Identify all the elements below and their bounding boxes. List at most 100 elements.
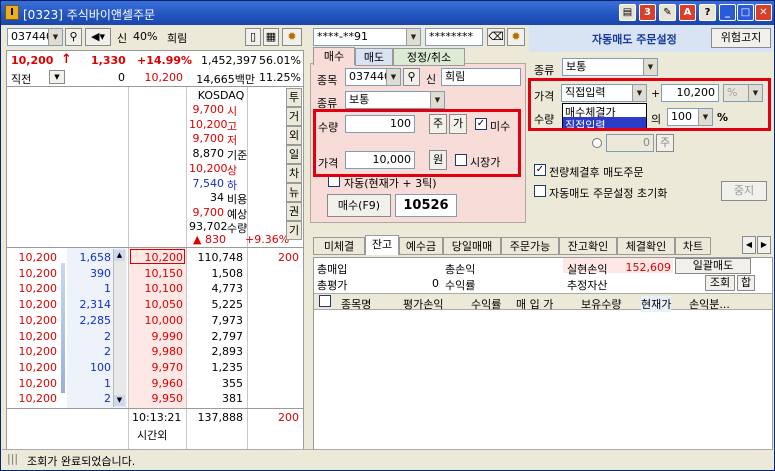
book-price[interactable]: 10,200 — [131, 251, 184, 264]
scroll-down-icon[interactable]: ▼ — [114, 395, 125, 406]
memo-icon[interactable]: ✎ — [659, 4, 676, 21]
book-bid-price: 10,200 — [18, 298, 58, 312]
book-ask-qty: 1,235 — [211, 360, 244, 374]
minimize-button[interactable]: _ — [719, 4, 736, 21]
book-price[interactable]: 9,950 — [131, 392, 184, 405]
bottom-time: 10:13:21 — [132, 411, 182, 424]
order-stock-name: 희림 — [441, 68, 521, 86]
book-bid-price: 10,200 — [18, 376, 58, 390]
screen-number-button[interactable]: 3 — [639, 4, 656, 21]
trade-amount: 14,665백만 — [196, 73, 255, 86]
tab-right-icon[interactable]: ▶ — [757, 236, 771, 254]
small-qty-input[interactable]: 0 — [606, 134, 654, 152]
eraser-icon[interactable]: ⌫ — [487, 28, 505, 46]
bottom-tab[interactable]: 당일매매 — [443, 237, 501, 255]
gear-icon[interactable]: ✹ — [282, 28, 302, 46]
column-header-cell[interactable]: 수익률 — [471, 296, 501, 312]
page-icon[interactable]: ▯ — [245, 28, 261, 46]
order-stock-code[interactable]: 037440 ▼ — [345, 68, 401, 86]
tab-buy[interactable]: 매수 — [313, 47, 355, 65]
book-price[interactable]: 10,050 — [131, 298, 184, 311]
est-asset-label: 추정자산 — [567, 279, 608, 292]
maximize-button[interactable]: □ — [737, 4, 754, 21]
account-select[interactable]: ****-**91 ▼ — [313, 28, 421, 46]
order-type-select[interactable]: 보통 ▼ — [345, 91, 445, 109]
price-change: 1,330 — [91, 54, 126, 67]
book-price[interactable]: 9,970 — [131, 361, 184, 374]
volume-rate: 56.01% — [259, 54, 301, 67]
bottom-tab[interactable]: 미체결 — [313, 237, 365, 255]
info-value: 10,200 — [189, 161, 228, 175]
search-icon[interactable]: ⚲ — [65, 28, 82, 46]
total-pnl-label: 총손익 — [445, 263, 476, 276]
bottom-tab[interactable]: 체결확인 — [617, 237, 675, 255]
risk-notice-button[interactable]: 위험고지 — [711, 28, 771, 48]
book-ask-qty: 355 — [222, 376, 243, 390]
print-icon[interactable]: ▤ — [619, 4, 636, 21]
column-header-cell[interactable]: 평가손익 — [403, 296, 443, 312]
bottom-tab[interactable]: 예수금 — [399, 237, 443, 255]
tab-left-icon[interactable]: ◀ — [742, 236, 756, 254]
reset-checkbox[interactable] — [534, 185, 546, 197]
grid-icon[interactable]: ▦ — [263, 28, 279, 46]
bottom-tab[interactable]: 차트 — [675, 237, 711, 255]
auto-type-select[interactable]: 보통 ▼ — [562, 58, 658, 76]
bottom-tab[interactable]: 주문가능 — [501, 237, 559, 255]
book-price[interactable]: 10,000 — [131, 314, 184, 327]
full-fill-checkbox[interactable]: ✓ — [534, 164, 546, 176]
buy-submit-button[interactable]: 매수(F9) — [327, 194, 391, 217]
tab-sell[interactable]: 매도 — [355, 48, 393, 66]
book-price[interactable]: 10,150 — [131, 267, 184, 280]
bottom-tab[interactable]: 잔고 — [365, 235, 399, 255]
scroll-up-icon[interactable]: ▲ — [114, 250, 125, 261]
bulk-sell-button[interactable]: 일괄매도 — [675, 258, 751, 274]
book-price[interactable]: 10,100 — [131, 282, 184, 295]
column-header-cell[interactable]: 종목명 — [341, 296, 371, 312]
side-tab[interactable]: 거 — [286, 107, 302, 126]
side-tab[interactable]: 외 — [286, 126, 302, 145]
book-bid-qty: 2,314 — [79, 298, 112, 312]
order-search-icon[interactable]: ⚲ — [403, 68, 420, 86]
column-header-cell[interactable]: 손익분... — [689, 296, 730, 312]
select-all-checkbox[interactable] — [319, 295, 331, 307]
stock-code-input[interactable]: 037440 ▼ — [7, 28, 63, 46]
column-header-cell[interactable]: 현재가 — [641, 296, 672, 312]
book-bid-qty: 1 — [104, 376, 111, 390]
info-label: 비용 — [227, 193, 248, 207]
total-eval-value: 0 — [432, 277, 439, 290]
qty-radio[interactable] — [592, 138, 602, 148]
sound-icon[interactable]: ◀▾ — [85, 28, 111, 46]
side-tab[interactable]: 기 — [286, 221, 302, 240]
order-gear-icon[interactable]: ✹ — [507, 28, 525, 46]
tab-modify-cancel[interactable]: 정정/취소 — [393, 48, 465, 66]
side-tab[interactable]: 권 — [286, 202, 302, 221]
column-header-cell[interactable]: 보유수량 — [581, 296, 621, 312]
stop-button[interactable]: 중지 — [721, 181, 767, 201]
book-ask-qty: 2,893 — [211, 345, 244, 359]
column-header-cell[interactable]: 매 입 가 — [516, 296, 553, 312]
book-price[interactable]: 9,990 — [131, 330, 184, 343]
side-tab[interactable]: 뉴 — [286, 183, 302, 202]
help-button[interactable]: ? — [699, 4, 716, 21]
book-price[interactable]: 9,960 — [131, 377, 184, 390]
side-tab[interactable]: 투 — [286, 88, 302, 107]
book-price[interactable]: 9,980 — [131, 345, 184, 358]
font-button[interactable]: A — [679, 4, 696, 21]
book-bid-price: 10,200 — [18, 266, 58, 280]
info-value: 10,200 — [189, 117, 228, 131]
small-unit-button[interactable]: 주 — [656, 134, 674, 152]
ask-price-column — [129, 87, 186, 246]
book-bid-price: 10,200 — [18, 313, 58, 327]
close-button[interactable]: ✕ — [755, 4, 772, 21]
bottom-tab[interactable]: 잔고확인 — [559, 237, 617, 255]
prev-dropdown[interactable]: ▼ — [49, 70, 65, 84]
side-tab[interactable]: 차 — [286, 164, 302, 183]
book-scrollbar[interactable] — [113, 249, 126, 407]
book-bid-qty: 2 — [104, 345, 111, 359]
query-button[interactable]: 조회 — [705, 275, 735, 291]
side-tab[interactable]: 일 — [286, 145, 302, 164]
password-field[interactable]: ******** — [425, 28, 483, 46]
sum-button[interactable]: 합 — [737, 275, 755, 291]
divider — [247, 87, 248, 453]
book-ask-qty: 7,973 — [211, 313, 244, 327]
